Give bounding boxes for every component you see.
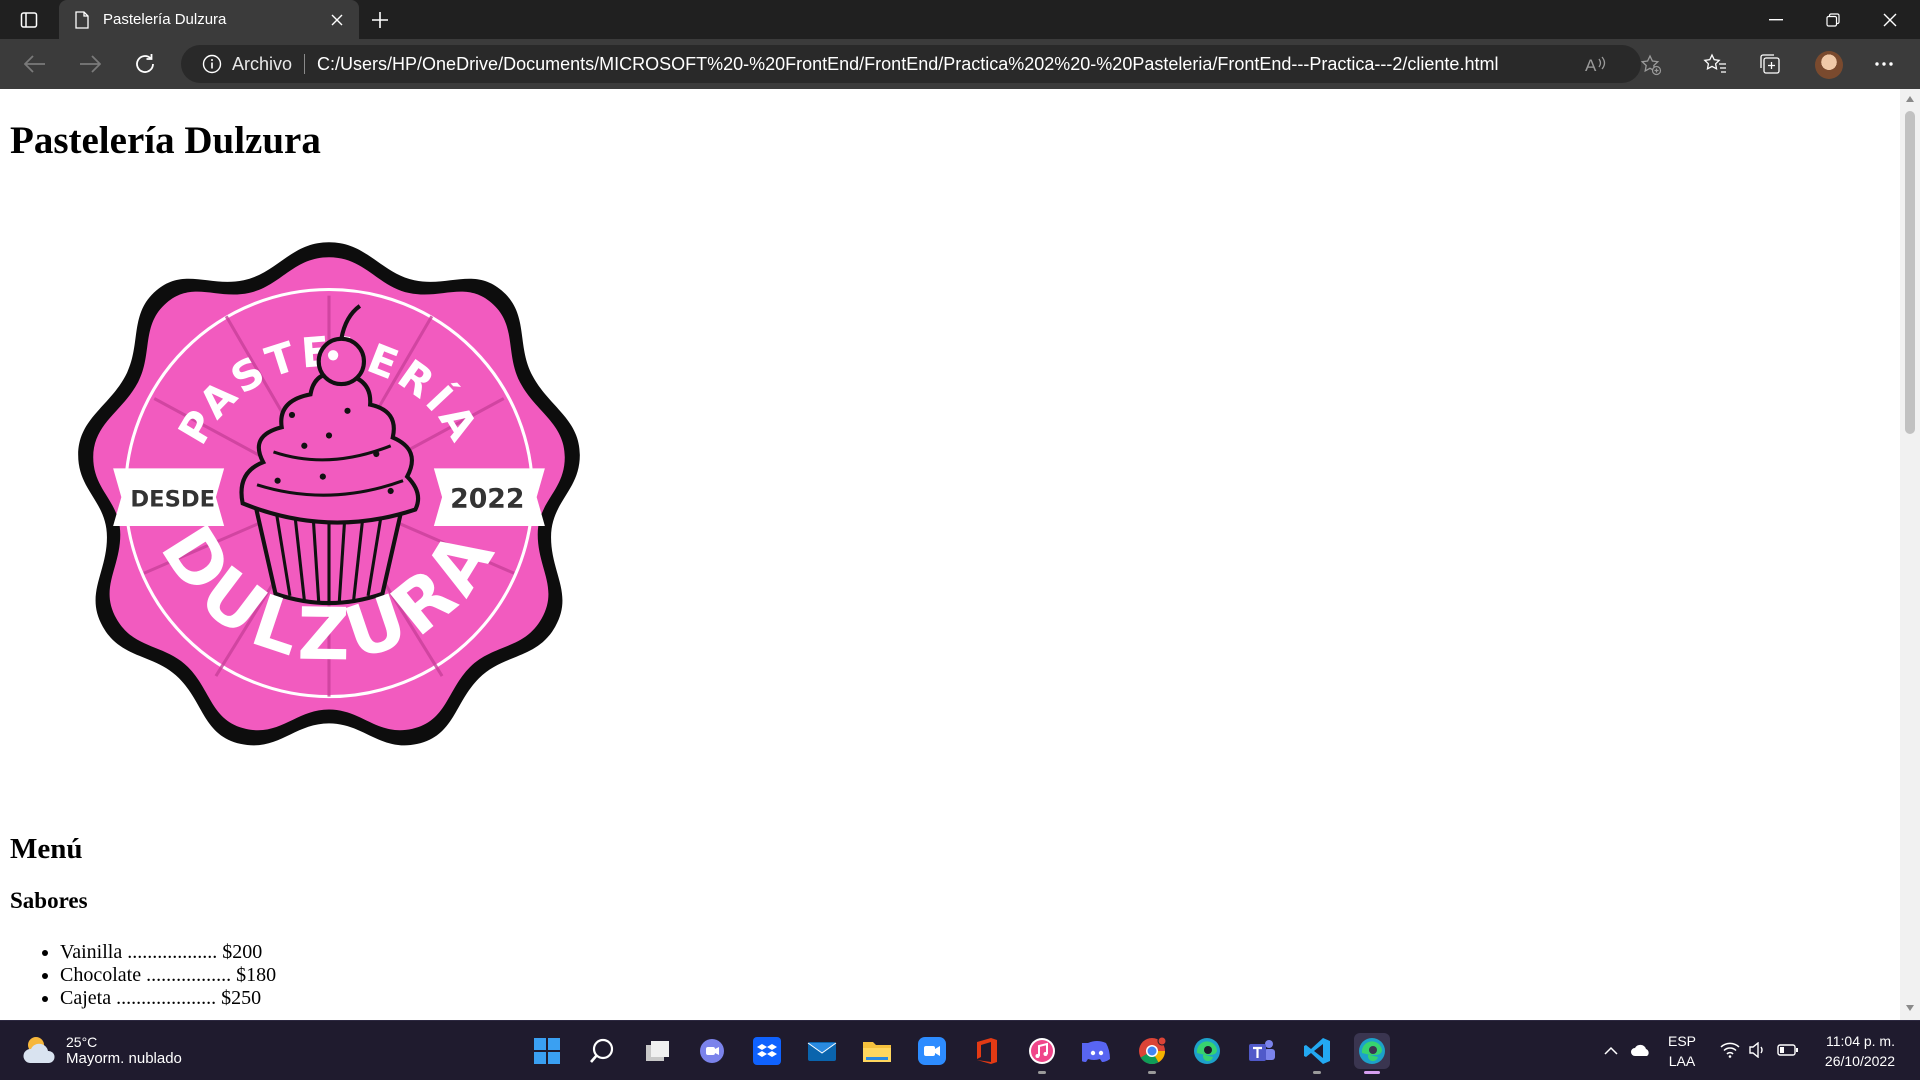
tab-pasteleria[interactable]: Pastelería Dulzura [59,0,359,39]
refresh-icon[interactable] [132,51,158,77]
weather-condition: Mayorm. nublado [66,1049,182,1067]
taskbar: 25°C Mayorm. nublado ESP LAA 11:04 p. m.… [0,1020,1920,1080]
page-body: Pastelería Dulzura PASTELERÍA [0,119,1900,1010]
add-favorite-icon[interactable] [1640,54,1662,76]
list-item: Vainilla .................. $200 [60,941,1890,964]
clock-time: 11:04 p. m. [1825,1033,1895,1049]
page-title: Pastelería Dulzura [10,119,321,162]
language-code: ESP [1668,1033,1697,1049]
zoom-icon[interactable] [914,1033,950,1069]
address-bar[interactable]: Archivo C:/Users/HP/OneDrive/Documents/M… [181,45,1662,83]
discord-icon[interactable] [1079,1033,1115,1069]
navigation-bar: Archivo C:/Users/HP/OneDrive/Documents/M… [0,39,1920,89]
vertical-scrollbar[interactable] [1900,89,1920,1020]
list-item: Cajeta .................... $250 [60,987,1890,1010]
read-aloud-icon[interactable]: A [1585,54,1607,76]
weather-widget[interactable]: 25°C Mayorm. nublado [22,1033,182,1067]
volume-icon[interactable] [1747,1039,1769,1061]
tab-bar: Pastelería Dulzura [0,0,1920,39]
url-text[interactable]: C:/Users/HP/OneDrive/Documents/MICROSOFT… [317,54,1498,75]
dropbox-icon[interactable] [749,1033,785,1069]
page-viewport: Pastelería Dulzura PASTELERÍA [0,89,1900,1020]
scroll-up-icon[interactable] [1905,94,1915,104]
favorites-icon[interactable] [1702,51,1728,77]
itunes-icon[interactable] [1024,1033,1060,1074]
restore-icon[interactable] [1804,0,1861,39]
running-indicator [1313,1071,1321,1074]
profile-avatar[interactable] [1815,51,1843,79]
svg-text:A: A [1585,56,1597,75]
flavors-list: Vainilla .................. $200 Chocola… [10,941,1890,1010]
teams-icon[interactable] [1244,1033,1280,1069]
collections-icon[interactable] [1757,51,1783,77]
edge-active-icon[interactable] [1354,1033,1390,1074]
weather-temperature: 25°C [66,1033,98,1050]
keyboard-layout: LAA [1668,1053,1696,1069]
new-tab-icon[interactable] [368,8,392,32]
chrome-icon[interactable] [1134,1033,1170,1074]
chat-icon[interactable] [694,1033,730,1069]
page-icon [75,10,91,30]
active-indicator [1364,1071,1380,1074]
info-icon[interactable] [202,54,222,74]
close-tab-icon[interactable] [327,10,347,30]
onedrive-icon[interactable] [1630,1039,1652,1061]
back-icon[interactable] [22,51,48,77]
tab-actions-icon[interactable] [18,9,40,31]
flavors-heading: Sabores [10,888,88,914]
more-options-icon[interactable] [1871,51,1897,77]
menu-heading: Menú [10,832,83,865]
close-window-icon[interactable] [1861,0,1918,39]
input-language[interactable]: ESP LAA [1668,1031,1696,1071]
minimize-icon[interactable] [1747,0,1804,39]
battery-icon[interactable] [1777,1039,1799,1061]
edge-icon[interactable] [1189,1033,1225,1069]
search-icon[interactable] [584,1033,620,1069]
office-icon[interactable] [969,1033,1005,1069]
vscode-icon[interactable] [1299,1033,1335,1074]
right-banner-text: 2022 [450,483,524,514]
mail-icon[interactable] [804,1033,840,1069]
scrollbar-thumb[interactable] [1905,111,1915,434]
forward-icon[interactable] [77,51,103,77]
show-hidden-icons-icon[interactable] [1600,1039,1622,1061]
wifi-icon[interactable] [1719,1039,1741,1061]
tab-title: Pastelería Dulzura [103,11,227,28]
bakery-logo-image: PASTELERÍA DESDE 2022 [78,242,580,746]
partly-cloudy-icon [23,1037,55,1063]
system-clock[interactable]: 11:04 p. m. 26/10/2022 [1815,1031,1895,1071]
start-icon[interactable] [529,1033,565,1069]
clock-date: 26/10/2022 [1824,1053,1895,1069]
running-indicator [1148,1071,1156,1074]
list-item: Chocolate ................. $180 [60,964,1890,987]
address-separator [304,54,306,74]
scroll-down-icon[interactable] [1905,1003,1915,1013]
task-view-icon[interactable] [639,1033,675,1069]
address-scheme: Archivo [232,53,293,74]
file-explorer-icon[interactable] [859,1033,895,1069]
running-indicator [1038,1071,1046,1074]
left-banner-text: DESDE [130,486,215,512]
